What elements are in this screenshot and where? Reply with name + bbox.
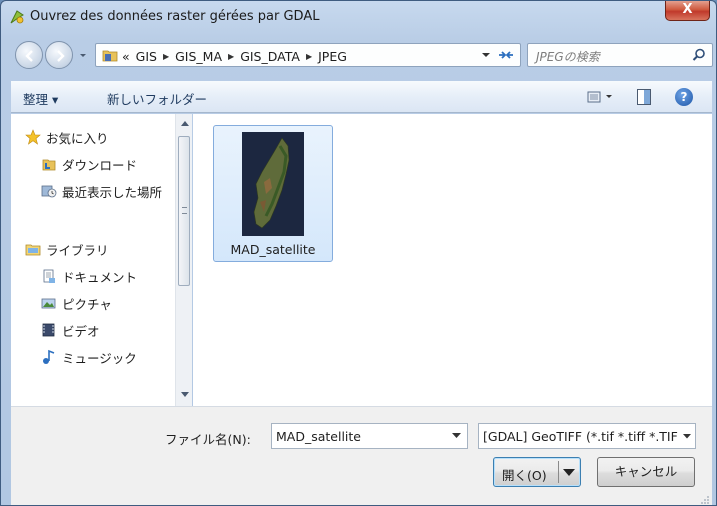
filename-value: MAD_satellite bbox=[276, 429, 361, 444]
nav-label: ミュージック bbox=[62, 350, 137, 366]
scrollbar-thumb[interactable] bbox=[178, 136, 190, 286]
forward-button[interactable] bbox=[45, 41, 73, 69]
title-bar[interactable]: Ouvrez des données raster gérées par GDA… bbox=[1, 1, 716, 33]
search-icon[interactable] bbox=[692, 48, 706, 62]
nav-pane-scrollbar[interactable] bbox=[175, 114, 192, 406]
file-open-dialog: Ouvrez des données raster gérées par GDA… bbox=[0, 0, 717, 506]
breadcrumb-overflow[interactable]: « bbox=[122, 49, 130, 64]
resize-grip-icon[interactable] bbox=[700, 495, 710, 505]
nav-label: ピクチャ bbox=[62, 296, 112, 312]
nav-label: お気に入り bbox=[46, 130, 109, 146]
download-folder-icon bbox=[42, 159, 56, 171]
file-name-label: MAD_satellite bbox=[230, 242, 316, 257]
nav-item-documents[interactable]: ドキュメント bbox=[41, 265, 137, 287]
music-icon bbox=[43, 349, 55, 364]
nav-label: ドキュメント bbox=[62, 269, 138, 285]
nav-item-music[interactable]: ミュージック bbox=[41, 346, 137, 368]
command-toolbar: 整理 ▾ 新しいフォルダー ? bbox=[11, 81, 712, 113]
open-options-dropdown-icon[interactable] bbox=[563, 469, 575, 477]
nav-label: ライブラリ bbox=[46, 242, 109, 258]
satellite-image-thumbnail bbox=[242, 132, 304, 236]
recent-places-icon bbox=[41, 185, 57, 198]
organize-button[interactable]: 整理 ▾ bbox=[23, 89, 58, 108]
split-divider bbox=[558, 461, 559, 483]
nav-label: ダウンロード bbox=[62, 157, 138, 173]
cancel-button[interactable]: キャンセル bbox=[597, 457, 695, 487]
chevron-right-icon[interactable]: ▶ bbox=[306, 52, 312, 61]
file-list[interactable]: MAD_satellite bbox=[193, 114, 712, 406]
folder-icon bbox=[102, 50, 118, 62]
arrow-left-icon bbox=[25, 50, 33, 62]
help-button[interactable]: ? bbox=[675, 88, 693, 106]
breadcrumb-item-gis-data[interactable]: GIS_DATA bbox=[240, 49, 300, 64]
qgis-app-icon bbox=[10, 10, 24, 24]
search-placeholder: JPEGの検索 bbox=[536, 50, 600, 64]
nav-label: ビデオ bbox=[62, 323, 100, 339]
arrow-right-icon bbox=[57, 50, 65, 62]
nav-item-libraries[interactable]: ライブラリ bbox=[25, 238, 109, 260]
breadcrumb: « GIS ▶ GIS_MA ▶ GIS_DATA ▶ JPEG bbox=[122, 47, 353, 65]
nav-item-favorites[interactable]: お気に入り bbox=[25, 126, 109, 148]
videos-icon bbox=[42, 323, 55, 337]
open-button-label: 開く(O) bbox=[502, 468, 547, 483]
new-folder-button[interactable]: 新しいフォルダー bbox=[107, 89, 207, 108]
close-button[interactable]: X bbox=[665, 1, 710, 21]
chevron-right-icon[interactable]: ▶ bbox=[163, 52, 169, 61]
breadcrumb-item-gis-ma[interactable]: GIS_MA bbox=[175, 49, 222, 64]
star-icon bbox=[25, 129, 41, 145]
filename-label: ファイル名(N): bbox=[165, 432, 251, 447]
nav-item-downloads[interactable]: ダウンロード bbox=[41, 153, 137, 175]
refresh-icon[interactable] bbox=[497, 48, 515, 62]
open-button[interactable]: 開く(O) bbox=[493, 457, 581, 487]
scroll-up-icon[interactable] bbox=[181, 120, 189, 126]
documents-icon bbox=[43, 269, 55, 283]
navigation-row: « GIS ▶ GIS_MA ▶ GIS_DATA ▶ JPEG JPEGの検索 bbox=[1, 35, 716, 75]
address-bar[interactable]: « GIS ▶ GIS_MA ▶ GIS_DATA ▶ JPEG bbox=[95, 43, 521, 67]
filename-input[interactable]: MAD_satellite bbox=[271, 423, 468, 449]
recent-pages-dropdown-icon[interactable] bbox=[77, 49, 89, 61]
breadcrumb-item-gis[interactable]: GIS bbox=[136, 49, 157, 64]
library-icon bbox=[25, 244, 41, 256]
preview-pane-icon[interactable] bbox=[637, 89, 651, 105]
breadcrumb-item-jpeg[interactable]: JPEG bbox=[318, 49, 347, 64]
dialog-footer: ファイル名(N): MAD_satellite [GDAL] GeoTIFF (… bbox=[11, 406, 712, 505]
pictures-icon bbox=[41, 298, 56, 309]
file-item[interactable]: MAD_satellite bbox=[213, 125, 333, 262]
chevron-down-icon bbox=[683, 434, 691, 439]
change-view-icon[interactable] bbox=[587, 90, 615, 104]
window-title: Ouvrez des données raster gérées par GDA… bbox=[30, 9, 320, 24]
scrollbar-grip bbox=[182, 207, 187, 214]
search-input[interactable]: JPEGの検索 bbox=[527, 43, 713, 67]
address-history-dropdown-icon[interactable] bbox=[481, 50, 491, 60]
file-type-value: [GDAL] GeoTIFF (*.tif *.tiff *.TIF *.TIF… bbox=[483, 429, 695, 444]
navigation-pane: お気に入り ダウンロード 最近表示した場所 ライブラリ ドキュメント ピクチャ … bbox=[11, 114, 175, 406]
nav-item-recent-places[interactable]: 最近表示した場所 bbox=[41, 180, 162, 202]
nav-label: 最近表示した場所 bbox=[62, 184, 163, 200]
file-type-dropdown[interactable] bbox=[679, 424, 695, 448]
filename-history-dropdown-icon[interactable] bbox=[452, 433, 461, 439]
back-button[interactable] bbox=[15, 41, 43, 69]
nav-item-pictures[interactable]: ピクチャ bbox=[41, 292, 112, 314]
chevron-right-icon[interactable]: ▶ bbox=[228, 52, 234, 61]
scroll-down-icon[interactable] bbox=[181, 392, 189, 398]
nav-item-videos[interactable]: ビデオ bbox=[41, 319, 100, 341]
file-type-select[interactable]: [GDAL] GeoTIFF (*.tif *.tiff *.TIF *.TIF… bbox=[478, 423, 696, 449]
